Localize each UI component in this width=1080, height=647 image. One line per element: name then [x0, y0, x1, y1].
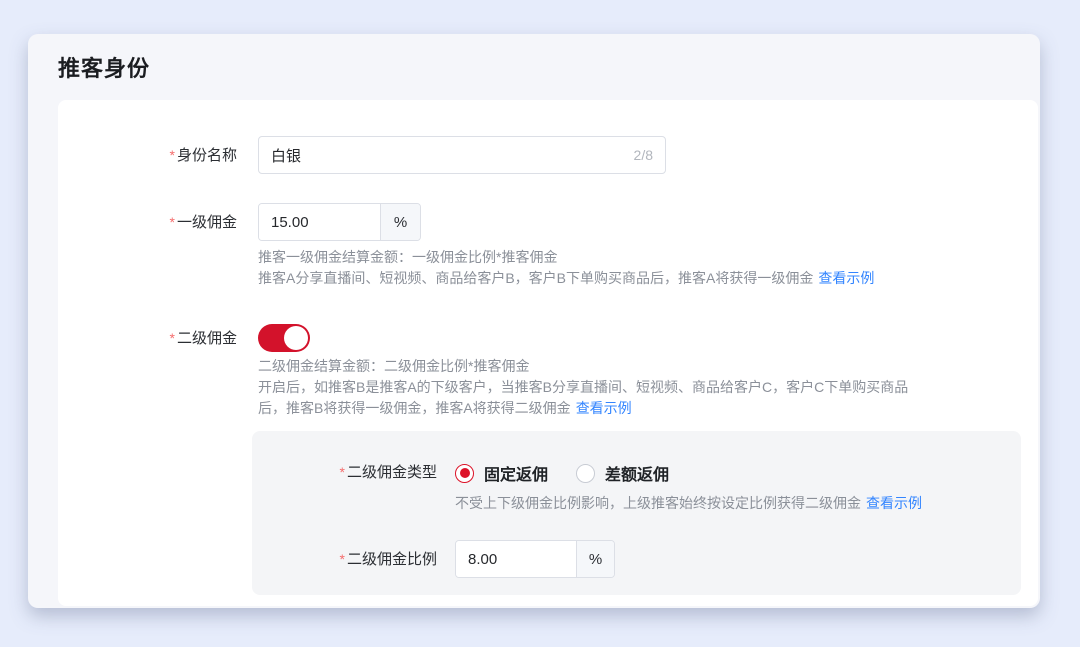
tip-line: 二级佣金结算金额：二级佣金比例*推客佣金: [258, 356, 908, 377]
level2-type-row: *二级佣金类型 固定返佣 差额返佣 不受上下级佣金比例影响，上级推客始终: [252, 461, 1021, 514]
level2-commission-tips: 二级佣金结算金额：二级佣金比例*推客佣金 开启后，如推客B是推客A的下级客户，当…: [258, 356, 908, 419]
level2-commission-row: *二级佣金 二级佣金结算金额：二级佣金比例*推客佣金 开启后，如推客B是推客A的…: [58, 319, 1038, 419]
level2-settings-panel: *二级佣金类型 固定返佣 差额返佣 不受上下级佣金比例影响，上级推客始终: [252, 431, 1021, 595]
tip-line: 开启后，如推客B是推客A的下级客户，当推客B分享直播间、短视频、商品给客户C，客…: [258, 377, 908, 398]
level2-commission-content: 二级佣金结算金额：二级佣金比例*推客佣金 开启后，如推客B是推客A的下级客户，当…: [258, 319, 908, 419]
radio-selected-icon: [455, 464, 474, 483]
level1-commission-tips: 推客一级佣金结算金额：一级佣金比例*推客佣金 推客A分享直播间、短视频、商品给客…: [258, 247, 874, 289]
percent-suffix: %: [576, 541, 614, 577]
level2-ratio-input[interactable]: [456, 541, 576, 577]
page-title: 推客身份: [58, 51, 150, 83]
level2-ratio-label: *二级佣金比例: [252, 540, 455, 579]
identity-name-input[interactable]: [271, 147, 626, 164]
level2-type-content: 固定返佣 差额返佣 不受上下级佣金比例影响，上级推客始终按设定比例获得二级佣金查…: [455, 461, 922, 514]
required-asterisk: *: [340, 464, 345, 480]
level2-ratio-input-group: %: [455, 540, 615, 578]
required-asterisk: *: [170, 214, 175, 230]
tip-line: 推客一级佣金结算金额：一级佣金比例*推客佣金: [258, 247, 874, 268]
level1-commission-label: *一级佣金: [58, 203, 258, 242]
required-asterisk: *: [340, 551, 345, 567]
tip-line: 推客A分享直播间、短视频、商品给客户B，客户B下单购买商品后，推客A将获得一级佣…: [258, 268, 874, 289]
radio-unselected-icon: [576, 464, 595, 483]
level2-ratio-row: *二级佣金比例 %: [252, 540, 1021, 579]
view-example-link[interactable]: 查看示例: [818, 270, 874, 286]
level1-commission-content: % 推客一级佣金结算金额：一级佣金比例*推客佣金 推客A分享直播间、短视频、商品…: [258, 203, 874, 289]
view-example-link[interactable]: 查看示例: [576, 400, 632, 416]
form-panel: *身份名称 2/8 *一级佣金 % 推客一级佣金结算金额：一级佣金比例*推客佣金…: [58, 100, 1038, 606]
char-counter: 2/8: [634, 147, 653, 163]
required-asterisk: *: [170, 147, 175, 163]
tip-line: 不受上下级佣金比例影响，上级推客始终按设定比例获得二级佣金查看示例: [455, 493, 922, 514]
identity-name-input-wrap: 2/8: [258, 136, 666, 174]
level2-type-tips: 不受上下级佣金比例影响，上级推客始终按设定比例获得二级佣金查看示例: [455, 493, 922, 514]
radio-label: 固定返佣: [484, 461, 548, 485]
level2-commission-label: *二级佣金: [58, 319, 258, 358]
view-example-link[interactable]: 查看示例: [866, 495, 922, 511]
percent-suffix: %: [380, 204, 420, 240]
radio-label: 差额返佣: [605, 461, 669, 485]
radio-fixed-rebate[interactable]: 固定返佣: [455, 461, 548, 485]
level2-type-radio-group: 固定返佣 差额返佣: [455, 461, 922, 485]
card-header: 推客身份: [28, 34, 1040, 100]
identity-name-label: *身份名称: [58, 136, 258, 175]
required-asterisk: *: [170, 330, 175, 346]
radio-difference-rebate[interactable]: 差额返佣: [576, 461, 669, 485]
level1-commission-row: *一级佣金 % 推客一级佣金结算金额：一级佣金比例*推客佣金 推客A分享直播间、…: [58, 203, 1038, 289]
level1-commission-input-group: %: [258, 203, 421, 241]
level1-commission-input[interactable]: [259, 204, 380, 240]
tip-line: 后，推客B将获得一级佣金，推客A将获得二级佣金查看示例: [258, 398, 908, 419]
toggle-knob: [284, 326, 308, 350]
level2-type-label: *二级佣金类型: [252, 461, 455, 484]
level2-commission-toggle[interactable]: [258, 324, 310, 352]
promoter-identity-card: 推客身份 *身份名称 2/8 *一级佣金 % 推客一级佣金结算金额：一级佣金比例…: [28, 34, 1040, 608]
identity-name-row: *身份名称 2/8: [58, 136, 1038, 175]
